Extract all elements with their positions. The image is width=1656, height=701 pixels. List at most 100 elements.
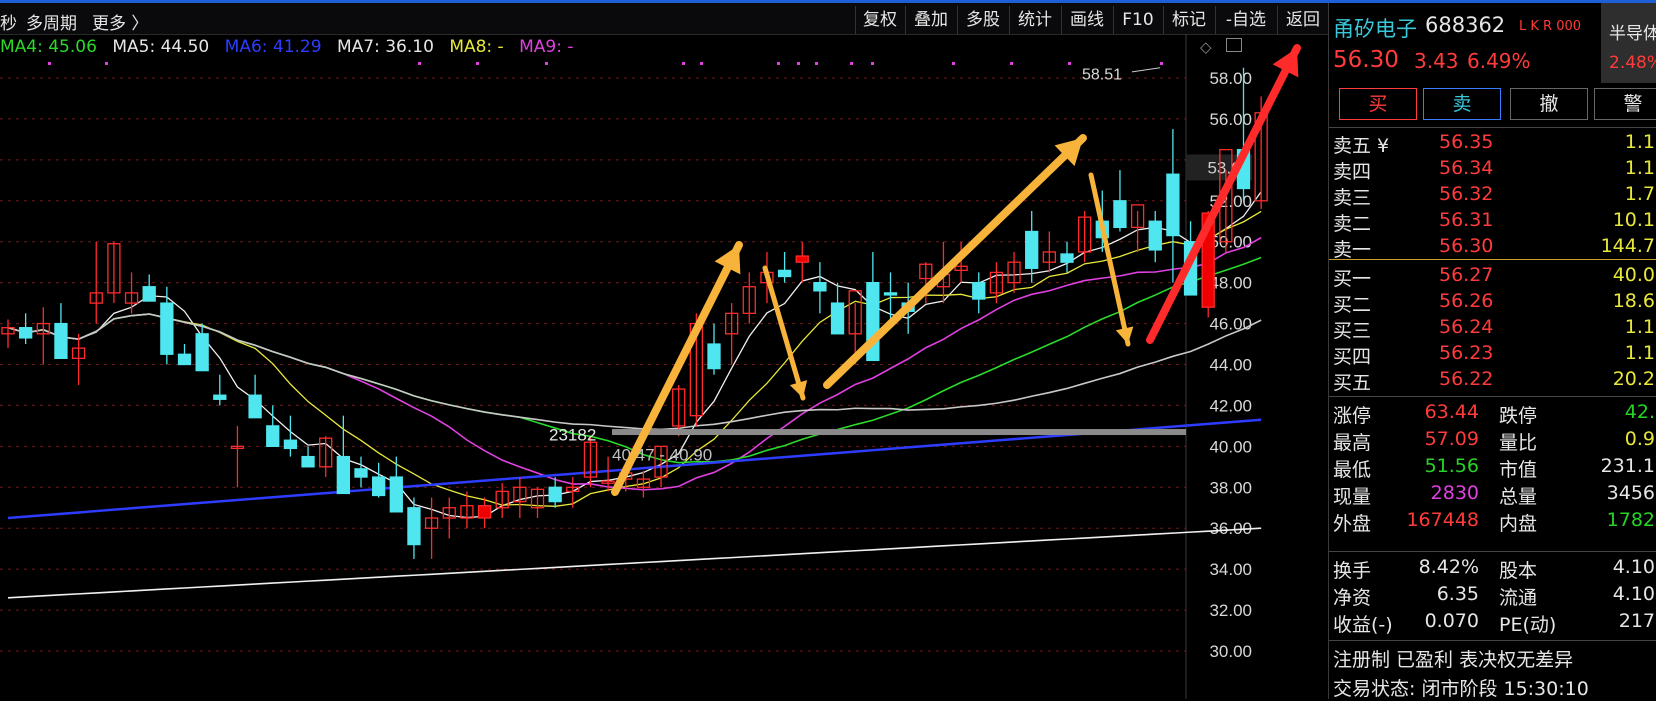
candle-body [795,255,809,263]
event-dot [476,62,479,65]
high-annotation-pointer [1131,67,1161,73]
kline-chart[interactable]: 58.0056.0054.0052.0050.0048.0046.0044.00… [0,34,1301,699]
ask-volume: 144.7 [1600,235,1655,257]
candle-body [972,281,986,300]
stat-label: 跌停 [1499,405,1538,427]
candle-body [142,286,156,302]
candle-body [1148,220,1162,251]
buy-button[interactable]: 买 [1339,88,1417,120]
button-overlay[interactable]: 叠加 [905,6,956,34]
fund-value: 0.070 [1424,610,1479,632]
ask-row: 卖一 56.30 144.7 [1329,235,1656,261]
candle-body [407,507,421,546]
candle-body [354,468,368,478]
ask-label: 卖四 [1333,161,1372,183]
panel-toggle-icon[interactable] [1226,38,1242,52]
fund-value: 4.10 [1612,556,1655,578]
kline-svg[interactable]: 58.0056.0054.0052.0050.0048.0046.0044.00… [0,34,1328,699]
event-dot [1068,62,1071,65]
bid-volume: 1.1 [1624,316,1655,338]
toolbar-multi-period[interactable]: 多周期 [26,9,77,34]
toolbar-more[interactable]: 更多 〉 [92,9,148,34]
ask-volume: 1.1 [1624,131,1655,153]
candle-body [371,476,386,497]
stat-value: 1782 [1606,509,1655,531]
button-f10[interactable]: F10 [1113,6,1162,34]
bid-volume: 1.1 [1624,342,1655,364]
candle-body [707,343,721,370]
stat-label: 外盘 [1333,513,1372,535]
ask-volume: 10.1 [1612,209,1655,231]
bid-volume: 40.0 [1612,264,1655,286]
trading-status: 交易状态: 闭市阶段 15:30:10 [1333,678,1589,700]
bid-price: 56.23 [1439,342,1494,364]
candle-body [1113,200,1127,229]
price-change-pct: 6.49% [1467,49,1531,73]
candle-body [1166,173,1180,237]
event-dot [797,62,800,65]
candle-body [283,439,298,450]
y-tick-label: 38.00 [1209,478,1252,497]
candle-body [248,394,262,419]
ask-price: 56.31 [1439,209,1494,231]
alert-button[interactable]: 警 [1594,88,1656,120]
fund-label: 股本 [1499,560,1538,582]
y-tick-label: 42.00 [1209,396,1252,415]
fund-value: 4.10 [1612,583,1655,605]
ask-label: 卖五 ¥ [1333,135,1390,157]
button-remove-watchlist[interactable]: -自选 [1215,6,1276,34]
volume-annotation: 23182 [549,425,596,444]
candle-body [160,302,174,355]
stat-label: 量比 [1499,432,1538,454]
bid-row: 买二 56.26 18.6 [1329,290,1656,316]
event-dot [777,62,780,65]
bid-price: 56.27 [1439,264,1494,286]
sell-button[interactable]: 卖 [1423,88,1501,120]
button-draw-line[interactable]: 画线 [1061,6,1112,34]
ask-volume: 1.7 [1624,183,1655,205]
stat-label: 最高 [1333,432,1372,454]
y-tick-label: 48.00 [1209,274,1252,293]
stat-label: 涨停 [1333,405,1372,427]
stat-value: 2830 [1430,482,1479,504]
fund-value: 6.35 [1436,583,1479,605]
button-statistics[interactable]: 统计 [1009,6,1060,34]
fund-row: 净资 6.35 流通 4.10 [1329,583,1656,609]
y-tick-label: 30.00 [1209,642,1252,661]
stat-value: 51.56 [1424,455,1479,477]
ask-volume: 1.1 [1624,157,1655,179]
button-adjust-rights[interactable]: 复权 [855,6,904,34]
last-price: 56.30 [1333,47,1399,73]
button-multi-stock[interactable]: 多股 [957,6,1008,34]
ma-longterm-line [7,527,1262,599]
candle-body [336,455,351,495]
candle-body [301,455,315,468]
ask-row: 卖二 56.31 10.1 [1329,209,1656,235]
bid-price: 56.22 [1439,368,1494,390]
candle-body [777,269,792,278]
fund-value: 217 [1618,610,1655,632]
stat-value: 3456 [1606,482,1655,504]
stat-row: 现量 2830 总量 3456 [1329,482,1656,508]
fund-row: 换手 8.42% 股本 4.10 [1329,556,1656,582]
bid-label: 买四 [1333,346,1372,368]
toolbar-second-item[interactable]: 秒 [0,9,17,34]
candle-body [883,292,898,296]
listing-status: 注册制 已盈利 表决权无差异 [1333,649,1574,671]
event-dot [1010,62,1013,65]
y-tick-label: 44.00 [1209,356,1252,375]
ask-price: 56.32 [1439,183,1494,205]
button-back[interactable]: 返回 [1277,6,1328,34]
sector-name: 半导体 [1609,24,1656,44]
stock-code: 688362 [1425,13,1506,37]
ask-price: 56.30 [1439,235,1494,257]
stat-value: 63.44 [1424,401,1479,423]
candle-body [213,394,227,400]
cancel-order-button[interactable]: 撤 [1510,88,1588,120]
event-dot [1160,62,1163,65]
bid-row: 买三 56.24 1.1 [1329,316,1656,342]
diamond-icon[interactable]: ◇ [1200,38,1212,56]
button-mark[interactable]: 标记 [1163,6,1214,34]
event-dot [850,62,853,65]
stat-row: 最高 57.09 量比 0.9 [1329,428,1656,454]
